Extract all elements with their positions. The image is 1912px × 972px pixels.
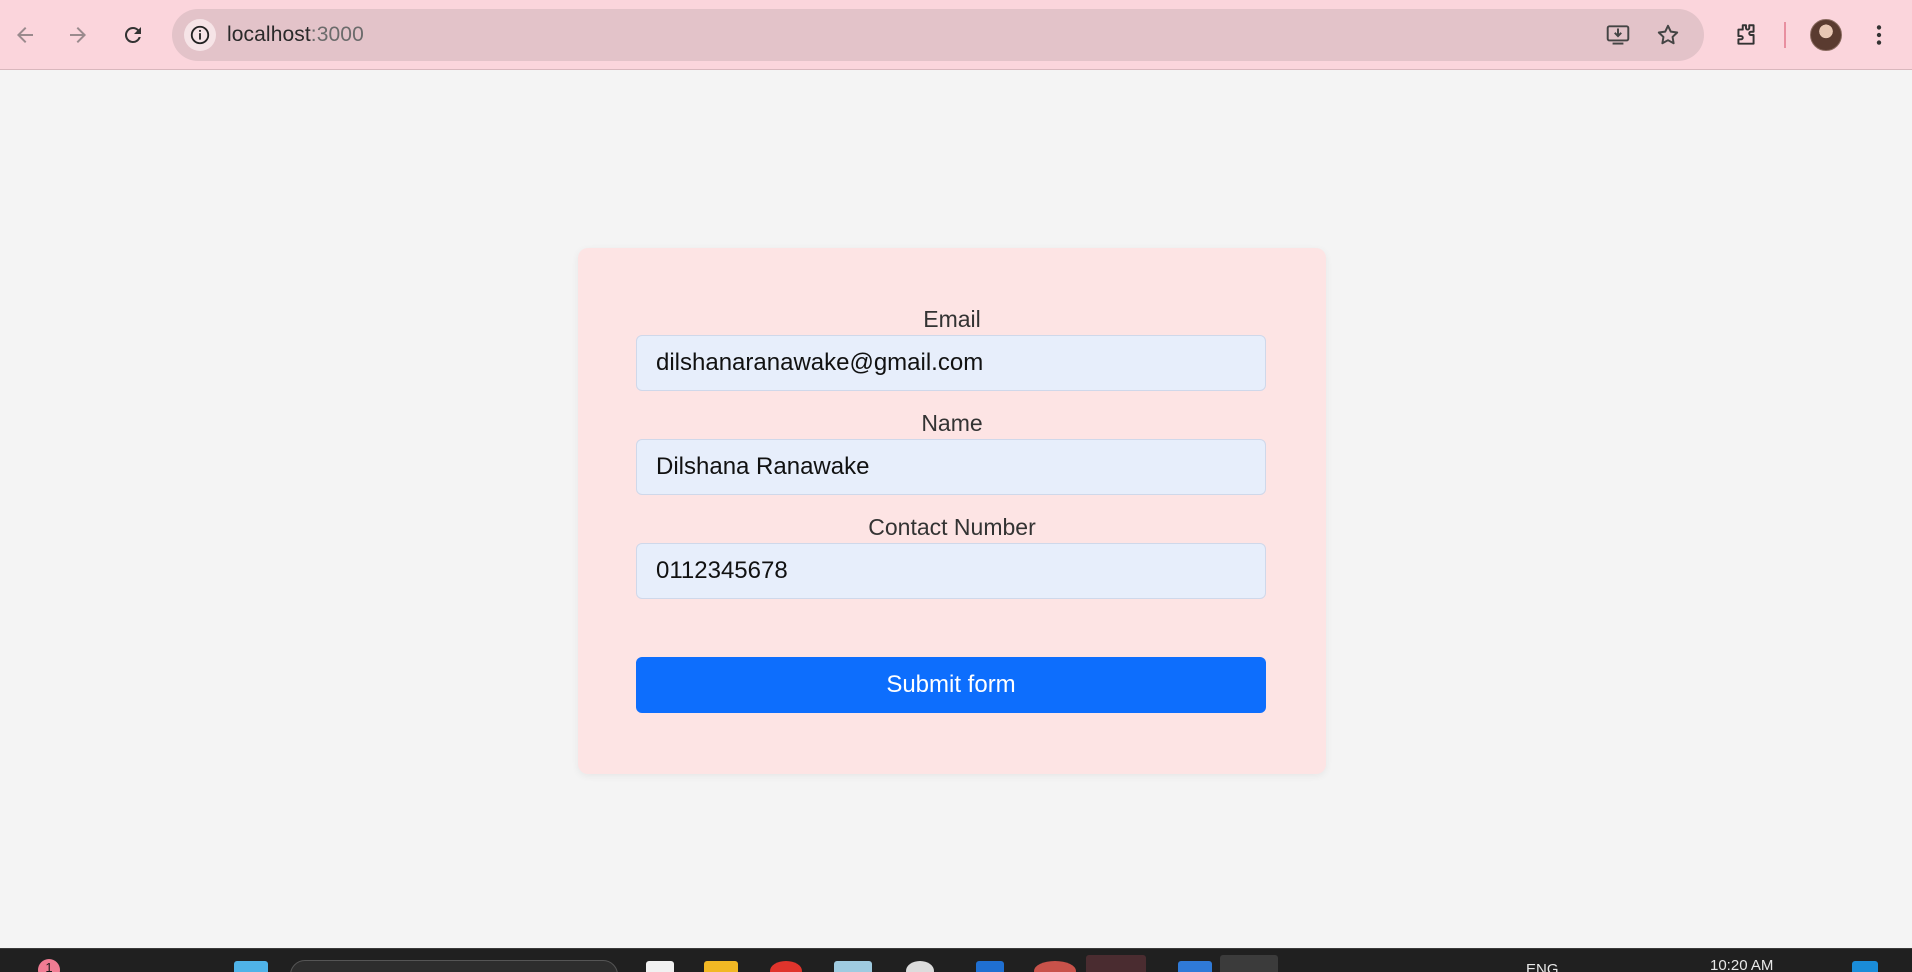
reload-button[interactable] — [112, 14, 154, 56]
notification-badge[interactable]: 1 — [38, 959, 60, 972]
photos-app-icon[interactable] — [834, 961, 872, 972]
forward-button[interactable] — [57, 14, 99, 56]
site-info-button[interactable] — [184, 19, 216, 51]
browser-app-icon[interactable] — [770, 961, 802, 972]
extensions-button[interactable] — [1729, 18, 1763, 52]
mail-app-icon[interactable] — [976, 961, 1004, 972]
address-bar[interactable]: localhost:3000 — [172, 9, 1704, 61]
language-indicator[interactable]: ENG — [1526, 962, 1559, 972]
back-arrow-icon — [17, 27, 33, 43]
forward-arrow-icon — [70, 27, 86, 43]
puzzle-icon — [1737, 24, 1755, 45]
github-app-icon[interactable] — [906, 961, 934, 972]
back-button[interactable] — [4, 14, 46, 56]
profile-avatar[interactable] — [1810, 19, 1842, 51]
contact-number-field[interactable] — [636, 543, 1266, 599]
install-app-button[interactable] — [1604, 21, 1632, 49]
tray-app-icon[interactable] — [1852, 961, 1878, 972]
url-port: :3000 — [310, 23, 364, 46]
info-icon — [190, 25, 210, 45]
browser-menu-button[interactable] — [1862, 18, 1896, 52]
file-explorer-icon[interactable] — [704, 961, 738, 972]
kebab-menu-icon — [1876, 25, 1882, 45]
submit-button[interactable]: Submit form — [636, 657, 1266, 713]
vscode-app-icon[interactable] — [1178, 961, 1212, 972]
contact-number-label: Contact Number — [868, 514, 1036, 540]
browser-toolbar: localhost:3000 — [0, 0, 1912, 70]
toolbar-separator — [1784, 22, 1786, 48]
page-content: Email Name Contact Number Submit form — [0, 70, 1912, 948]
reload-icon — [124, 26, 141, 43]
start-button[interactable] — [234, 961, 268, 972]
os-taskbar: 1 ENG 10:20 AM — [0, 948, 1912, 972]
email-label: Email — [923, 306, 981, 332]
system-clock[interactable]: 10:20 AM — [1710, 958, 1773, 972]
name-label: Name — [921, 410, 983, 436]
bookmark-button[interactable] — [1654, 21, 1682, 49]
url-host: localhost — [227, 23, 311, 46]
name-field[interactable] — [636, 439, 1266, 495]
taskbar-search[interactable] — [290, 960, 618, 972]
chrome-profile-app-icon[interactable] — [1034, 961, 1076, 972]
active-app-icon[interactable] — [1086, 955, 1146, 972]
star-icon — [1657, 24, 1679, 45]
taskbar-app-icon[interactable] — [646, 961, 674, 972]
calendar-app-icon[interactable] — [1220, 955, 1278, 972]
email-field[interactable] — [636, 335, 1266, 391]
install-app-icon — [1606, 25, 1630, 45]
contact-form-card: Email Name Contact Number Submit form — [578, 248, 1326, 774]
url-text[interactable]: localhost:3000 — [227, 9, 364, 61]
